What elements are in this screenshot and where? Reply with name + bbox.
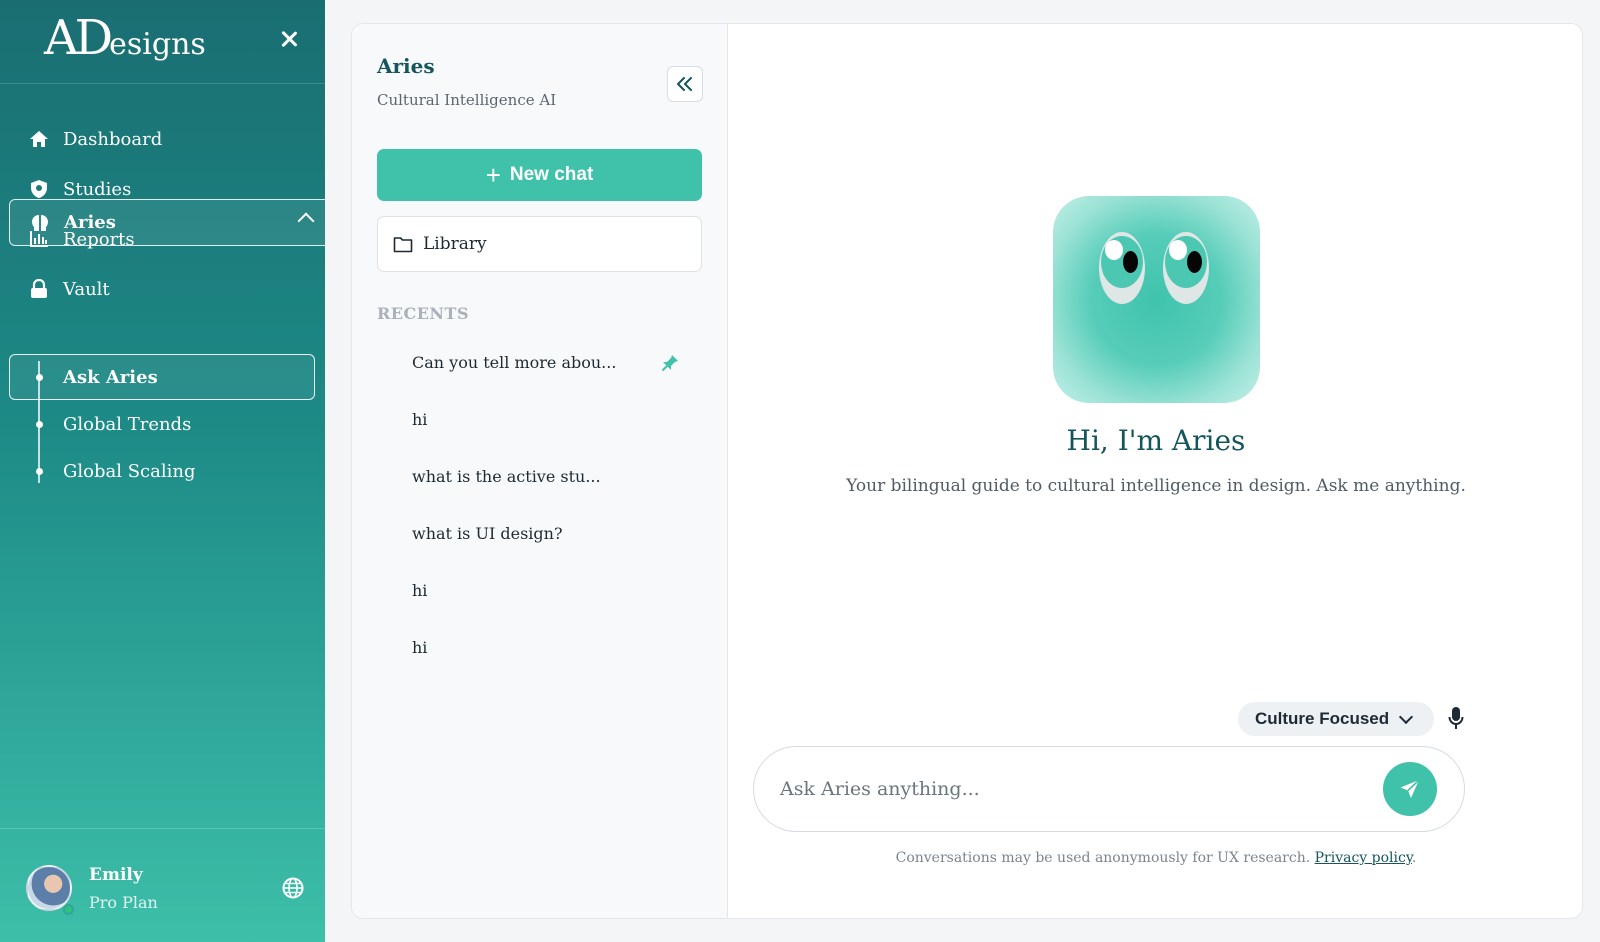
tree-dot	[35, 468, 43, 475]
greeting-subtitle: Your bilingual guide to cultural intelli…	[846, 476, 1466, 496]
user-profile[interactable]: Emily Pro Plan	[0, 828, 325, 942]
mascot-eye-shine	[1105, 240, 1123, 260]
sidebar-subitem-label: Global Scaling	[63, 460, 196, 482]
send-icon	[1400, 779, 1420, 798]
main-card: Aries Cultural Intelligence AI + New cha…	[351, 23, 1583, 919]
mascot-eye-shine	[1169, 240, 1187, 260]
sidebar-subitem-global-trends[interactable]: Global Trends	[0, 401, 325, 447]
tree-dot	[35, 421, 43, 428]
recents-heading: RECENTS	[377, 304, 470, 323]
sidebar-item-label: Vault	[63, 278, 110, 300]
mode-dropdown[interactable]: Culture Focused	[1238, 702, 1434, 736]
new-chat-label: New chat	[509, 164, 594, 185]
sidebar-item-dashboard[interactable]: Dashboard	[0, 114, 325, 164]
brain-icon	[29, 212, 51, 234]
disclaimer-period: .	[1411, 850, 1417, 866]
user-plan: Pro Plan	[89, 893, 158, 912]
brand-header: ADesigns	[0, 0, 325, 84]
folder-icon	[393, 236, 413, 252]
double-chevron-left-icon	[677, 77, 692, 91]
logo-initials: AD	[44, 10, 113, 66]
disclaimer-text: Conversations may be used anonymously fo…	[895, 850, 1311, 866]
sidebar-item-label: Aries	[64, 212, 116, 233]
chat-input[interactable]	[780, 769, 1360, 809]
recent-chat-item[interactable]: what is UI design?	[412, 524, 563, 543]
recent-chat-item[interactable]: hi	[412, 638, 427, 657]
mascot-eye-right	[1163, 232, 1209, 304]
logo-text: esigns	[109, 27, 206, 62]
online-status-dot	[63, 904, 74, 915]
sidebar-subitem-ask-aries[interactable]: Ask Aries	[9, 354, 315, 400]
chat-input-container	[753, 746, 1465, 832]
globe-icon[interactable]	[282, 877, 304, 899]
sidebar-subitem-global-scaling[interactable]: Global Scaling	[0, 448, 325, 494]
user-name: Emily	[89, 865, 143, 885]
close-sidebar-button[interactable]	[278, 28, 300, 50]
panel-subtitle: Cultural Intelligence AI	[377, 91, 557, 109]
mascot-pupil	[1187, 251, 1202, 273]
recent-chat-item[interactable]: Can you tell more abou...	[412, 353, 616, 372]
collapse-panel-button[interactable]	[667, 66, 703, 102]
home-icon	[28, 128, 50, 150]
chat-history-panel: Aries Cultural Intelligence AI + New cha…	[352, 24, 728, 918]
recent-chat-item[interactable]: hi	[412, 410, 427, 429]
aries-mascot	[1053, 196, 1260, 403]
sidebar-item-aries[interactable]: Aries	[9, 199, 325, 246]
sidebar: ADesigns Dashboard Studies Reports Vault…	[0, 0, 325, 942]
tree-dot	[35, 374, 43, 381]
recent-chat-item[interactable]: hi	[412, 581, 427, 600]
lock-icon	[28, 278, 50, 300]
sidebar-item-label: Studies	[63, 178, 132, 200]
recent-chat-item[interactable]: what is the active stu...	[412, 467, 601, 486]
shield-icon	[28, 178, 50, 200]
chevron-up-icon	[297, 212, 315, 230]
mascot-pupil	[1123, 251, 1138, 273]
library-button[interactable]: Library	[377, 216, 702, 272]
pin-icon[interactable]	[661, 354, 679, 376]
new-chat-button[interactable]: + New chat	[377, 149, 702, 201]
send-button[interactable]	[1383, 762, 1437, 816]
privacy-policy-link[interactable]: Privacy policy	[1315, 850, 1412, 866]
panel-title: Aries	[377, 54, 435, 78]
chevron-down-icon	[1399, 709, 1414, 724]
mode-label: Culture Focused	[1255, 709, 1390, 728]
mascot-eye-left	[1099, 232, 1145, 304]
microphone-icon[interactable]	[1448, 706, 1464, 734]
sidebar-subitem-label: Ask Aries	[63, 366, 158, 388]
disclaimer: Conversations may be used anonymously fo…	[728, 850, 1582, 866]
sidebar-item-vault[interactable]: Vault	[0, 264, 325, 314]
greeting-title: Hi, I'm Aries	[1066, 424, 1246, 457]
library-label: Library	[423, 234, 487, 254]
plus-icon: +	[485, 160, 501, 190]
sidebar-subitem-label: Global Trends	[63, 413, 192, 435]
logo: ADesigns	[44, 10, 206, 66]
sidebar-item-label: Dashboard	[63, 128, 163, 150]
